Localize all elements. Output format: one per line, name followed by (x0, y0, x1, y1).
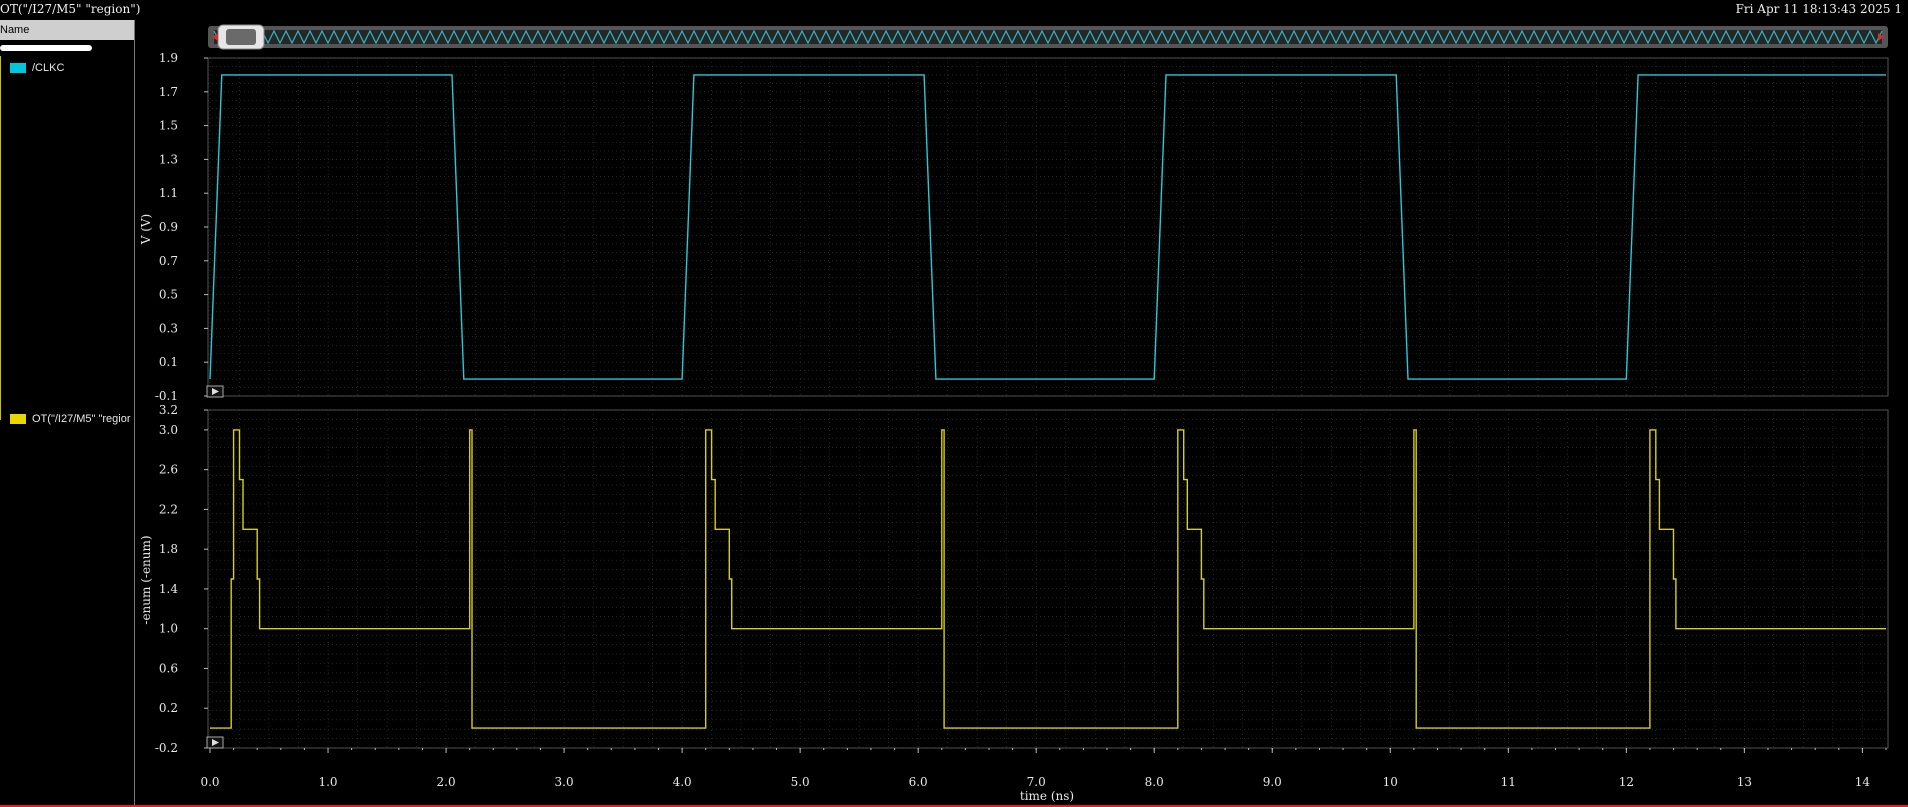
x-tick-label: 6.0 (909, 775, 928, 789)
y-tick-label: 2.2 (159, 502, 178, 516)
x-tick-label: 4.0 (673, 775, 692, 789)
voltage-y-axis-label: V (V) (139, 214, 153, 246)
x-tick-label: 2.0 (437, 775, 456, 789)
y-tick-label: 1.8 (159, 542, 178, 556)
play-icon[interactable] (206, 385, 224, 398)
voltage-gridlines (208, 57, 1888, 397)
y-tick-label: 0.5 (159, 288, 178, 302)
y-tick-label: 0.6 (159, 661, 178, 675)
x-tick-label: 10 (1383, 775, 1398, 789)
enum-gridlines (208, 409, 1888, 749)
play-icon[interactable] (206, 736, 224, 749)
time-x-ticks: 0.0 1.0 2.0 3.0 4.0 5.0 6.0 7.0 8.0 9.0 10 11 12 13 14 (200, 748, 1887, 789)
voltage-y-ticks: 1.9 1.7 1.5 1.3 1.1 0.9 0.7 0.5 0.3 0.1 -0.1 (155, 51, 208, 403)
x-tick-label: 5.0 (791, 775, 810, 789)
y-tick-label: -0.1 (155, 389, 178, 403)
x-tick-label: 3.0 (555, 775, 574, 789)
y-tick-label: -0.2 (155, 741, 178, 755)
y-tick-label: 3.0 (159, 423, 178, 437)
y-tick-label: 1.4 (159, 582, 178, 596)
y-tick-label: 2.6 (159, 463, 178, 477)
enum-y-ticks: 3.2 3.0 2.6 2.2 1.8 1.4 1.0 0.6 0.2 -0.2 (155, 403, 208, 755)
y-tick-label: 1.3 (159, 152, 178, 166)
x-tick-label: 0.0 (200, 775, 219, 789)
x-tick-label: 8.0 (1145, 775, 1164, 789)
y-tick-label: 0.9 (159, 220, 178, 234)
y-tick-label: 1.1 (159, 186, 178, 200)
x-tick-label: 13 (1737, 775, 1752, 789)
y-tick-label: 1.7 (159, 85, 178, 99)
x-tick-label: 14 (1855, 775, 1871, 789)
y-tick-label: 0.1 (159, 355, 178, 369)
y-tick-label: 0.7 (159, 254, 178, 268)
x-tick-label: 1.0 (318, 775, 337, 789)
y-tick-label: 0.2 (159, 701, 178, 715)
scroll-thumb-grip (226, 29, 256, 45)
y-tick-label: 1.0 (159, 622, 178, 636)
time-scroll-bar[interactable] (208, 24, 1888, 50)
x-tick-label: 11 (1501, 775, 1516, 789)
waveform-plot[interactable]: 1.91.71.51.31.10.90.70.50.30.1-0.1 3.23.… (0, 0, 1908, 807)
x-tick-label: 9.0 (1263, 775, 1282, 789)
y-tick-label: 1.9 (159, 51, 178, 65)
y-tick-label: 3.2 (159, 403, 178, 417)
x-tick-label: 7.0 (1027, 775, 1046, 789)
enum-y-axis-label: -enum (-enum) (139, 535, 153, 624)
x-axis-label: time (ns) (1020, 789, 1074, 803)
x-tick-label: 12 (1619, 775, 1634, 789)
y-tick-label: 0.3 (159, 321, 178, 335)
y-tick-label: 1.5 (159, 119, 178, 133)
